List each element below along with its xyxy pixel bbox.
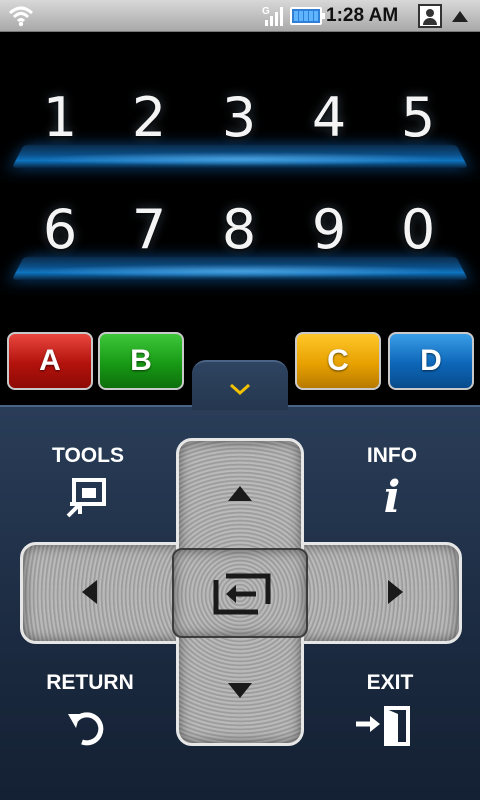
contact-icon[interactable] <box>418 4 442 28</box>
info-icon[interactable]: i <box>374 474 410 522</box>
arrow-left-icon[interactable] <box>82 580 97 604</box>
panel-collapse-tab[interactable] <box>192 360 288 410</box>
wifi-icon <box>8 6 34 27</box>
network-label: G <box>262 6 270 17</box>
number-key-2[interactable]: 2 <box>119 86 179 149</box>
arrow-down-icon[interactable] <box>228 683 252 698</box>
arrow-right-icon[interactable] <box>388 580 403 604</box>
status-time: 1:28 AM <box>326 5 399 26</box>
number-key-3[interactable]: 3 <box>209 86 269 149</box>
number-row-1: 1 2 3 4 5 <box>11 80 469 170</box>
battery-icon <box>290 7 325 25</box>
arrow-up-icon[interactable] <box>228 486 252 501</box>
source-enter-icon <box>213 573 271 615</box>
number-key-6[interactable]: 6 <box>30 198 90 261</box>
number-key-4[interactable]: 4 <box>299 86 359 149</box>
tools-label[interactable]: TOOLS <box>48 444 128 468</box>
red-a-button[interactable]: A <box>7 332 93 390</box>
green-b-button[interactable]: B <box>98 332 184 390</box>
number-key-7[interactable]: 7 <box>119 198 179 261</box>
number-key-5[interactable]: 5 <box>388 86 448 149</box>
exit-label[interactable]: EXIT <box>350 671 430 695</box>
number-row-2: 6 7 8 9 0 <box>11 192 469 282</box>
number-key-0[interactable]: 0 <box>388 198 448 261</box>
yellow-c-button[interactable]: C <box>295 332 381 390</box>
status-bar: G 1:28 AM <box>0 0 480 32</box>
number-key-9[interactable]: 9 <box>299 198 359 261</box>
exit-icon[interactable] <box>354 704 412 746</box>
tools-icon[interactable] <box>66 478 108 518</box>
number-key-1[interactable]: 1 <box>30 86 90 149</box>
notification-arrow-icon[interactable] <box>452 11 468 22</box>
return-icon[interactable] <box>66 706 110 746</box>
signal-icon: G <box>262 6 283 26</box>
chevron-down-icon <box>230 383 250 396</box>
dpad-center-button[interactable] <box>172 548 308 638</box>
blue-d-button[interactable]: D <box>388 332 474 390</box>
number-key-8[interactable]: 8 <box>209 198 269 261</box>
return-label[interactable]: RETURN <box>40 671 140 695</box>
info-label[interactable]: INFO <box>352 444 432 468</box>
